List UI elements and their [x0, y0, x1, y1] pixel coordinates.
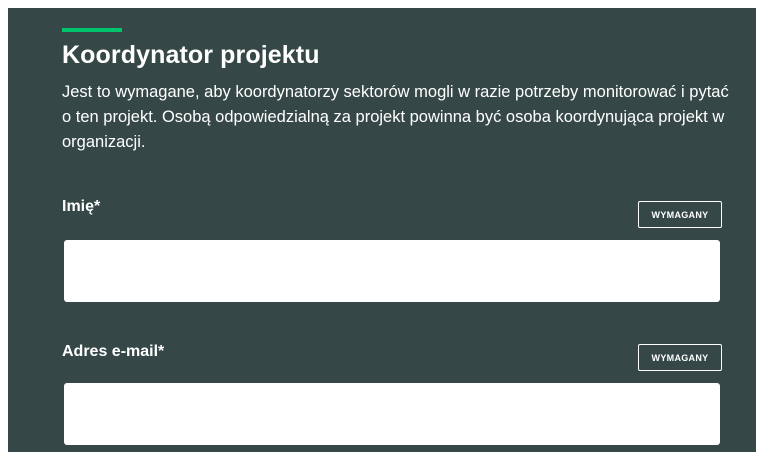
section-accent-bar: [62, 28, 122, 32]
email-required-badge: WYMAGANY: [638, 344, 722, 371]
first-name-label: Imię*: [62, 198, 101, 215]
email-label: Adres e-mail*: [62, 343, 165, 360]
section-title: Koordynator projektu: [62, 41, 320, 69]
project-coordinator-panel: Koordynator projektu Jest to wymagane, a…: [8, 8, 756, 452]
first-name-required-badge: WYMAGANY: [638, 201, 722, 228]
first-name-input[interactable]: [64, 240, 720, 302]
email-input[interactable]: [64, 383, 720, 445]
section-description: Jest to wymagane, aby koordynatorzy sekt…: [62, 83, 729, 151]
